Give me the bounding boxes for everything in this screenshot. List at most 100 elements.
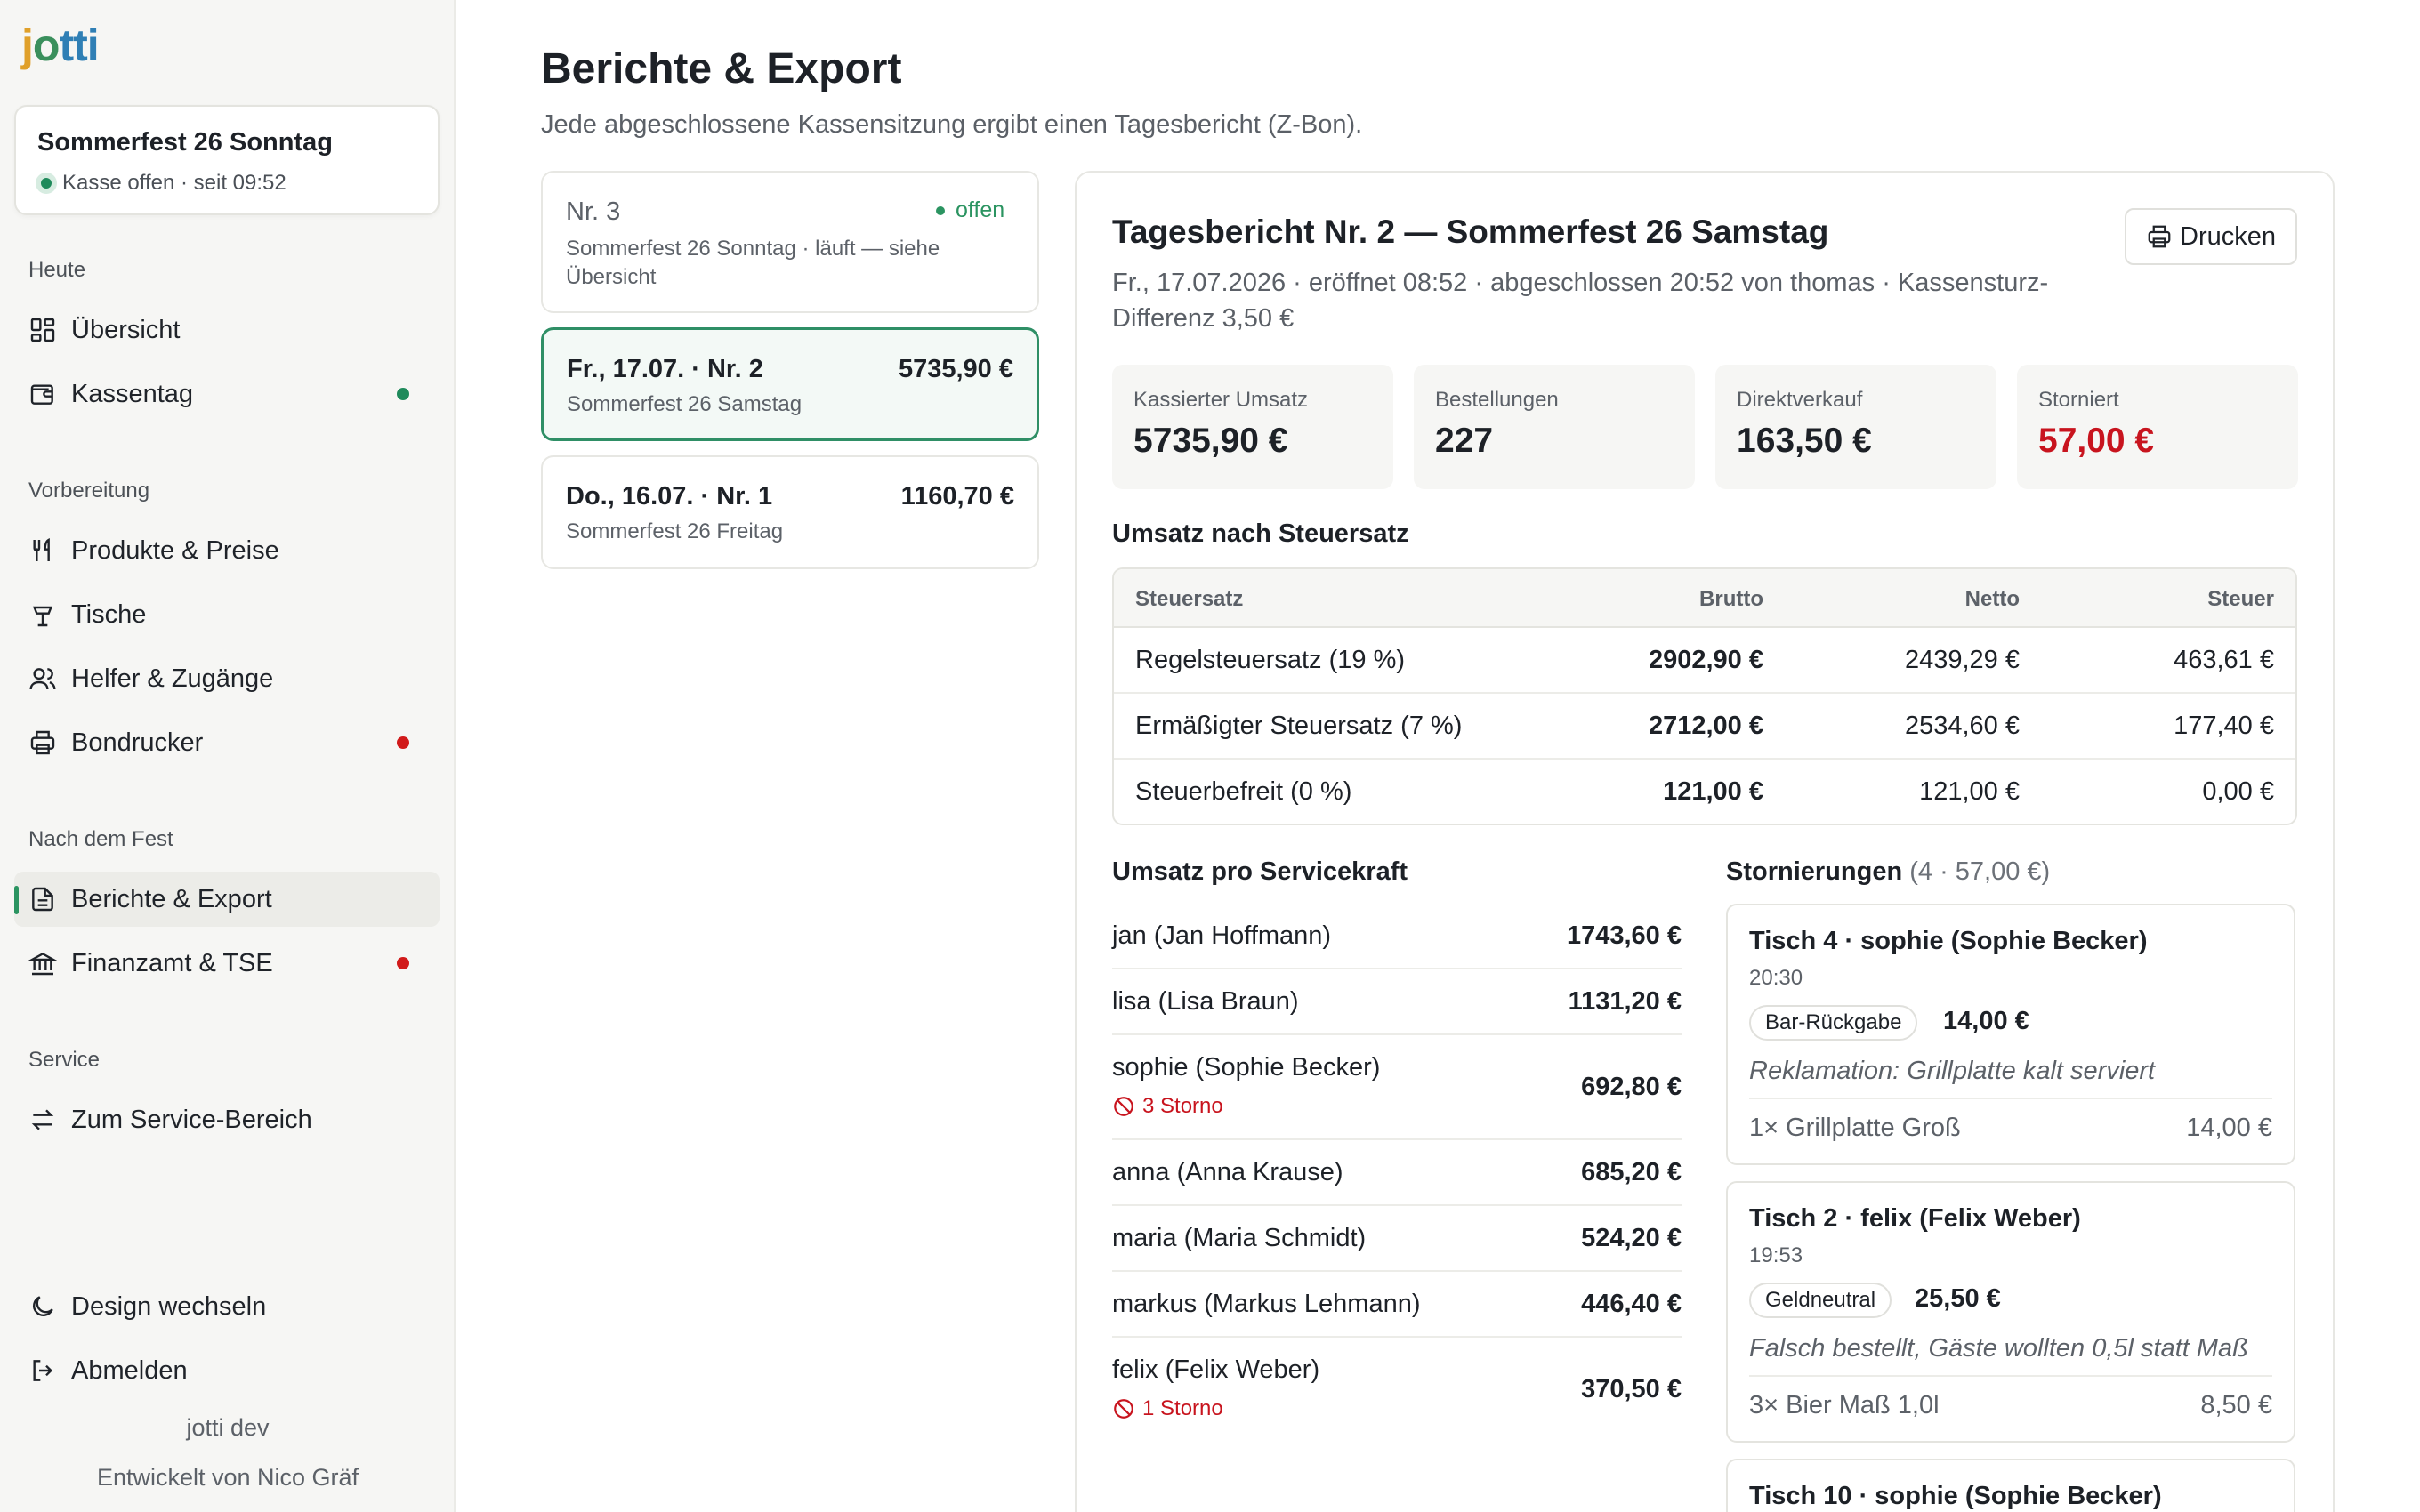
current-event-card[interactable]: Sommerfest 26 Sonntag Kasse offen · seit…	[14, 105, 440, 215]
report-amount: 1160,70 €	[900, 482, 1014, 511]
staff-amount: 370,50 €	[1581, 1375, 1682, 1403]
stat-card-direct-sales: Direktverkauf 163,50 €	[1715, 365, 1996, 489]
staff-amount: 685,20 €	[1581, 1158, 1682, 1186]
column-header: Netto	[1964, 587, 2020, 611]
sidebar-item-overview[interactable]: Übersicht	[14, 302, 440, 358]
sidebar-item-label: Bondrucker	[71, 728, 204, 757]
column-header: Brutto	[1699, 587, 1763, 611]
wallet-icon	[30, 384, 53, 405]
sidebar: jotti Sommerfest 26 Sonntag Kasse offen …	[0, 0, 456, 1512]
staff-row: sophie (Sophie Becker) 3 Storno 692,80 €	[1112, 1035, 1682, 1140]
table-cell: 2902,90 €	[1648, 646, 1763, 674]
report-detail-meta: Fr., 17.07.2026 · eröffnet 08:52 · abges…	[1112, 269, 2049, 333]
report-number: Nr. 3	[566, 197, 621, 226]
staff-name: maria (Maria Schmidt)	[1112, 1224, 1367, 1252]
printer-icon	[30, 730, 55, 755]
staff-name: markus (Markus Lehmann)	[1112, 1290, 1421, 1318]
report-list-item[interactable]: Do., 16.07. · Nr. 1 1160,70 € Sommerfest…	[541, 455, 1039, 569]
sidebar-item-products[interactable]: Produkte & Preise	[14, 523, 440, 578]
jotti-logo[interactable]: jotti	[21, 20, 100, 71]
stat-card-revenue: Kassierter Umsatz 5735,90 €	[1112, 365, 1393, 489]
staff-name: jan (Jan Hoffmann)	[1112, 921, 1332, 950]
sidebar-item-label: Kassentag	[71, 379, 194, 408]
report-subtitle: Sommerfest 26 Freitag	[566, 519, 784, 543]
sidebar-item-service-area[interactable]: Zum Service-Bereich	[14, 1092, 440, 1147]
staff-name: lisa (Lisa Braun)	[1112, 987, 1299, 1016]
nav-section-service: Service	[28, 1048, 101, 1072]
void-reason: Reklamation: Grillplatte kalt serviert	[1749, 1057, 2156, 1085]
status-indicator-red	[397, 957, 409, 969]
open-badge-label: offen	[956, 197, 1005, 222]
sidebar-item-tables[interactable]: Tische	[14, 587, 440, 642]
sidebar-item-label: Helfer & Zugänge	[71, 664, 274, 693]
staff-row: felix (Felix Weber) 1 Storno 370,50 €	[1112, 1338, 1682, 1443]
table-cell: 177,40 €	[2174, 712, 2274, 740]
table-cell: 2712,00 €	[1648, 712, 1763, 740]
sidebar-item-tax[interactable]: Finanzamt & TSE	[14, 936, 440, 991]
sidebar-item-helpers[interactable]: Helfer & Zugänge	[14, 651, 440, 706]
storno-note: 3 Storno	[1112, 1094, 1223, 1119]
stat-label: Bestellungen	[1435, 388, 1559, 412]
stat-value: 163,50 €	[1737, 422, 1872, 460]
report-subtitle: Sommerfest 26 Samstag	[567, 392, 803, 416]
sidebar-item-label: Berichte & Export	[71, 884, 272, 913]
staff-amount: 524,20 €	[1581, 1224, 1682, 1252]
void-item: 3× Bier Maß 1,0l	[1749, 1391, 1940, 1420]
moon-icon	[33, 1296, 53, 1316]
logo-letter: i	[86, 20, 100, 70]
sidebar-item-label: Finanzamt & TSE	[71, 948, 273, 977]
voids-section-heading: Stornierungen (4 · 57,00 €)	[1726, 857, 2050, 887]
status-indicator-red	[397, 736, 409, 749]
table-cell: Steuerbefreit (0 %)	[1135, 777, 1352, 806]
staff-name: anna (Anna Krause)	[1112, 1158, 1343, 1186]
print-button[interactable]: Drucken	[2125, 208, 2297, 265]
void-card: Tisch 10 · sophie (Sophie Becker)	[1726, 1459, 2295, 1512]
storno-count: 1 Storno	[1142, 1396, 1223, 1420]
void-item-price: 8,50 €	[2200, 1391, 2272, 1420]
sidebar-item-cashday[interactable]: Kassentag	[14, 366, 440, 422]
status-indicator-green	[397, 388, 409, 400]
sidebar-item-label: Tische	[71, 599, 147, 629]
staff-amount: 446,40 €	[1581, 1290, 1682, 1318]
staff-row: lisa (Lisa Braun) 1131,20 €	[1112, 969, 1682, 1035]
logo-letter: j	[21, 20, 34, 70]
nav-section-prep: Vorbereitung	[28, 479, 150, 503]
theme-toggle[interactable]: Design wechseln	[14, 1279, 440, 1334]
stat-value: 227	[1435, 422, 1494, 460]
logout-button[interactable]: Abmelden	[14, 1343, 440, 1398]
table-cell: 2534,60 €	[1904, 712, 2020, 740]
void-card: Tisch 4 · sophie (Sophie Becker) 20:30 B…	[1726, 904, 2295, 1165]
register-status: Kasse offen · seit 09:52	[36, 171, 286, 196]
void-title: Tisch 4 · sophie (Sophie Becker)	[1749, 927, 2148, 955]
sidebar-item-reports[interactable]: Berichte & Export	[14, 872, 440, 927]
staff-amount: 692,80 €	[1581, 1073, 1682, 1101]
report-title: Do., 16.07. · Nr. 1	[566, 482, 773, 511]
report-subtitle: Sommerfest 26 Sonntag · läuft — siehe Üb…	[566, 237, 940, 289]
storno-note: 1 Storno	[1112, 1396, 1223, 1421]
table-cell: 2439,29 €	[1904, 646, 2020, 674]
divider	[1749, 1375, 2272, 1377]
open-badge: offen	[936, 197, 1004, 223]
staff-row: maria (Maria Schmidt) 524,20 €	[1112, 1206, 1682, 1272]
sidebar-item-printer[interactable]: Bondrucker	[14, 715, 440, 770]
table-icon	[32, 606, 53, 627]
void-time: 20:30	[1749, 966, 1803, 990]
stat-label: Kassierter Umsatz	[1133, 388, 1309, 412]
dashboard-icon	[30, 318, 55, 342]
report-list-item-selected[interactable]: Fr., 17.07. · Nr. 2 5735,90 € Sommerfest…	[541, 327, 1039, 441]
storno-count: 3 Storno	[1142, 1094, 1223, 1118]
staff-row: markus (Markus Lehmann) 446,40 €	[1112, 1272, 1682, 1338]
void-amount: 25,50 €	[1915, 1284, 2001, 1313]
nav-section-today: Heute	[28, 258, 86, 282]
ban-icon	[1114, 1399, 1133, 1419]
staff-amount: 1743,60 €	[1566, 921, 1682, 950]
report-list-item-open[interactable]: Nr. 3 Sommerfest 26 Sonntag · läuft — si…	[541, 171, 1039, 313]
void-amount: 14,00 €	[1943, 1007, 2029, 1035]
void-type-badge: Geldneutral	[1749, 1283, 1892, 1318]
status-dot-icon	[36, 173, 57, 194]
void-title: Tisch 10 · sophie (Sophie Becker)	[1749, 1482, 2162, 1510]
document-icon	[32, 887, 53, 912]
staff-row: jan (Jan Hoffmann) 1743,60 €	[1112, 904, 1682, 969]
table-cell: 121,00 €	[1919, 777, 2020, 806]
staff-name: sophie (Sophie Becker)	[1112, 1053, 1381, 1082]
